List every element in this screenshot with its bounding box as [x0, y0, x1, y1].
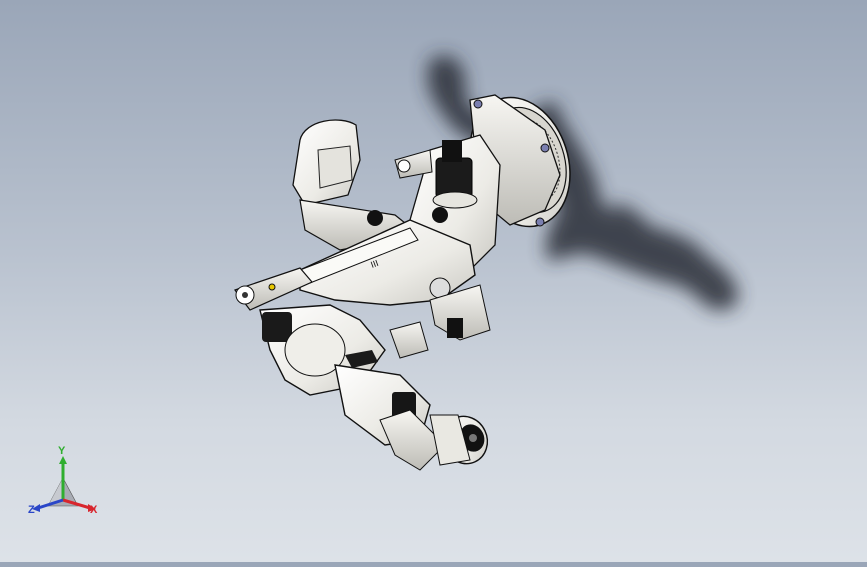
y-axis-label: Y — [58, 445, 66, 457]
axis-triad[interactable]: Y X Z — [26, 445, 106, 522]
model-canvas[interactable]: III — [0, 0, 867, 562]
x-axis-label: X — [90, 504, 98, 516]
wrist-assembly[interactable] — [334, 364, 446, 471]
end-effector-flange[interactable] — [429, 409, 495, 471]
graphics-viewport[interactable]: III Y X Z — [0, 0, 867, 562]
z-axis-label: Z — [28, 504, 35, 516]
